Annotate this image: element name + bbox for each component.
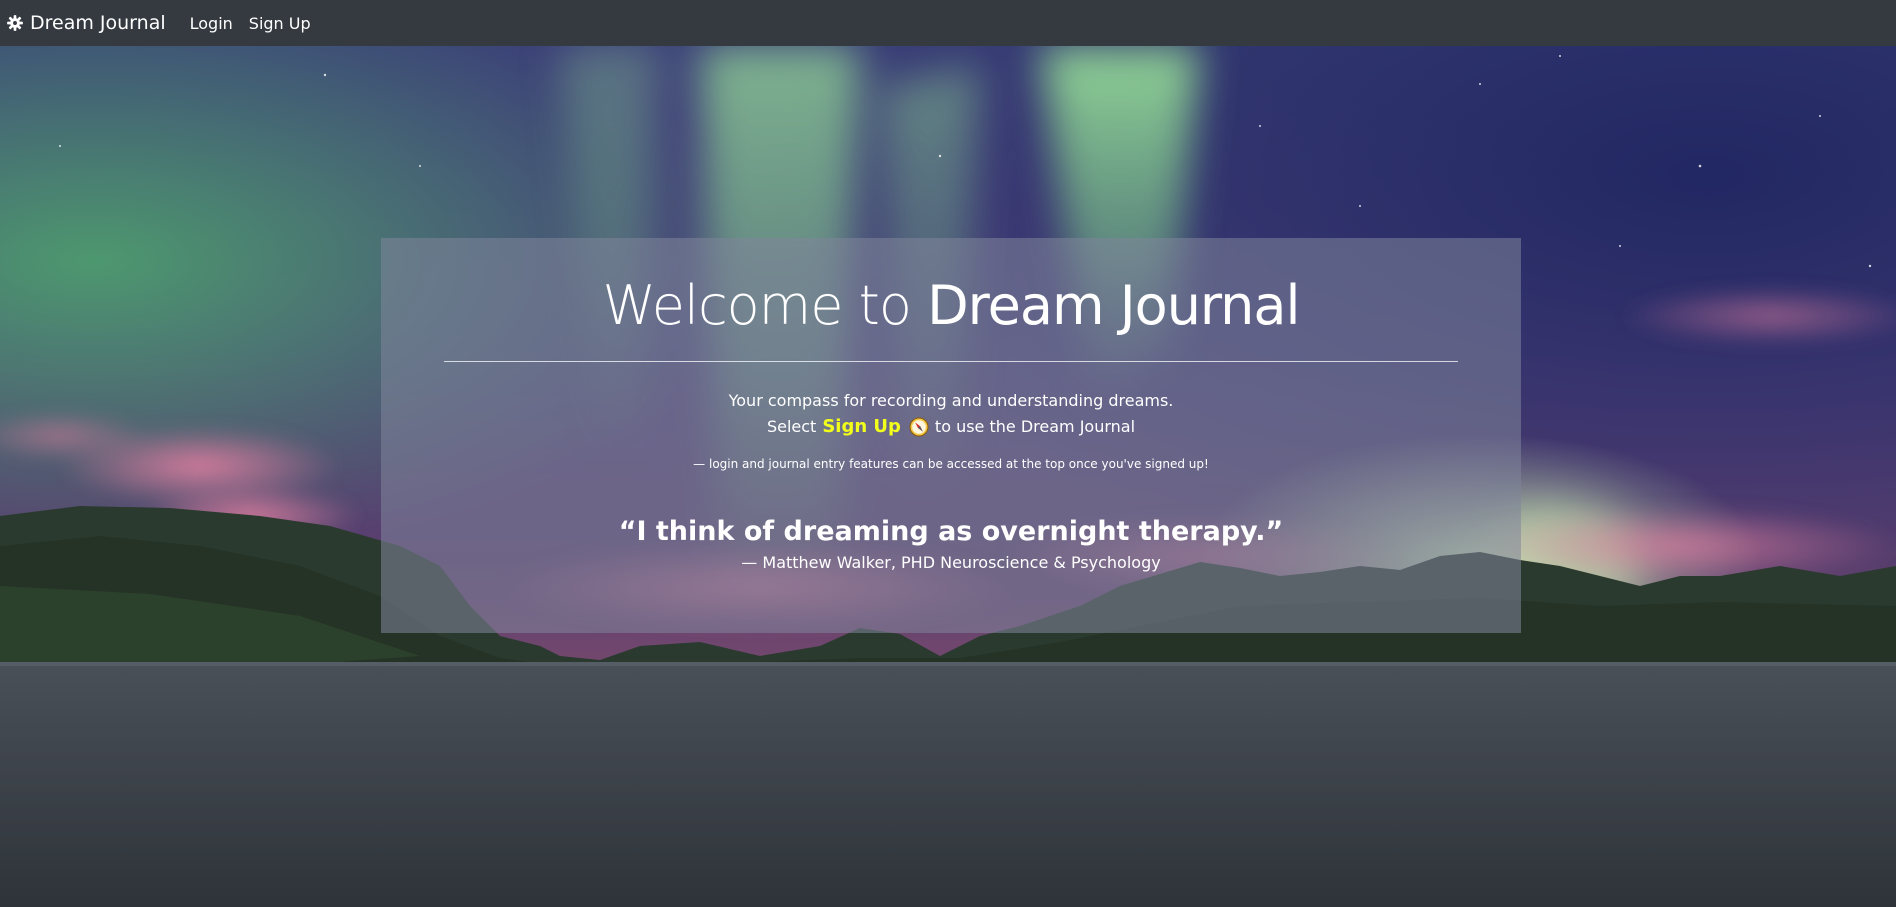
select-suffix: to use the Dream Journal [934, 417, 1136, 436]
quote-attribution: — Matthew Walker, PHD Neuroscience & Psy… [741, 553, 1161, 572]
tagline: Your compass for recording and understan… [728, 391, 1174, 410]
quote-text: “I think of dreaming as overnight therap… [618, 516, 1284, 547]
select-prefix: Select [766, 417, 817, 436]
nav-login-link[interactable]: Login [190, 14, 233, 33]
signup-instruction: Select Sign Up to use the Dream Journal [381, 412, 1521, 442]
page-title: Welcome to Dream Journal [381, 238, 1521, 338]
title-emphasis: Dream Journal [927, 274, 1300, 337]
compass-icon [909, 417, 929, 437]
signup-highlight-text: Sign Up [822, 416, 901, 437]
brand-link[interactable]: Dream Journal [6, 12, 166, 34]
navbar: Dream Journal Login Sign Up [0, 0, 1896, 46]
brand-label: Dream Journal [30, 12, 166, 34]
gear-icon [7, 15, 23, 31]
title-prefix: Welcome to [602, 274, 928, 337]
divider [444, 361, 1458, 362]
signup-note: — login and journal entry features can b… [693, 457, 1209, 471]
nav-signup-link[interactable]: Sign Up [249, 14, 311, 33]
welcome-card: Welcome to Dream Journal Your compass fo… [381, 238, 1521, 633]
